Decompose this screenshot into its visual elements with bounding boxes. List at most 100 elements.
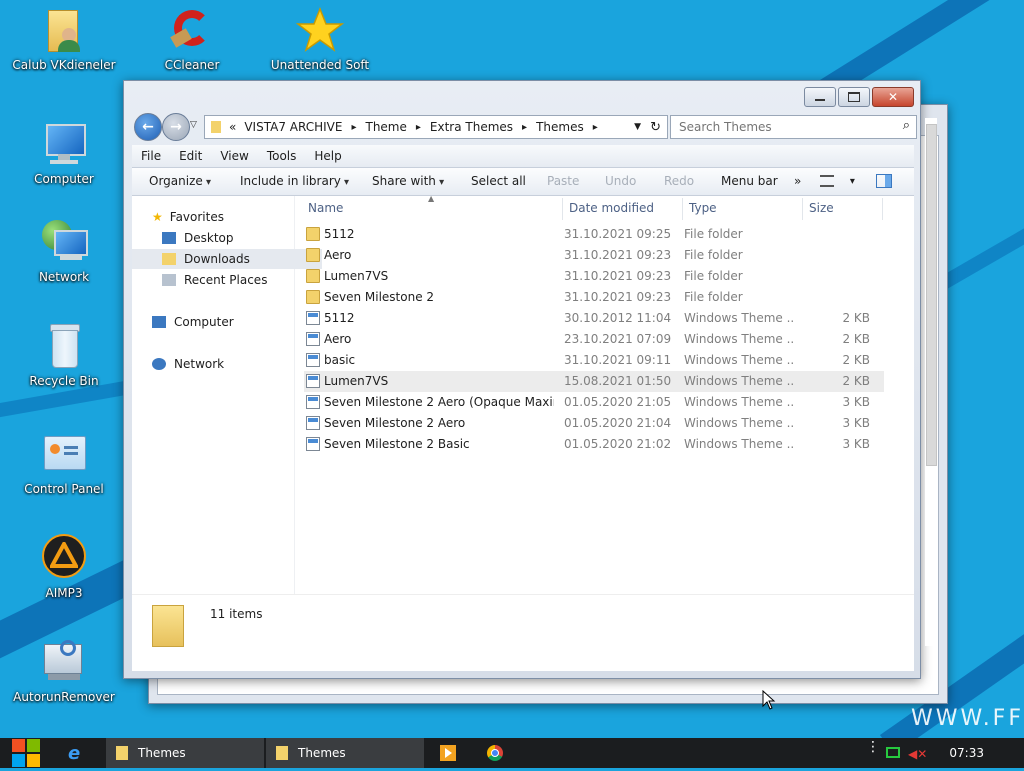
chrome-button[interactable] xyxy=(487,745,503,761)
menu-edit[interactable]: Edit xyxy=(170,149,211,163)
folder-row[interactable]: Seven Milestone 2 31.10.2021 09:23 File fo… xyxy=(304,287,884,308)
column-divider[interactable] xyxy=(562,198,563,220)
search-icon[interactable]: ⌕ xyxy=(903,118,910,133)
nav-recent-places[interactable]: Recent Places xyxy=(132,270,322,290)
menu-help[interactable]: Help xyxy=(305,149,350,163)
redo-button[interactable]: Redo xyxy=(664,174,694,188)
desktop-icon-label: CCleaner xyxy=(164,58,220,72)
view-options-button[interactable]: ▾ xyxy=(820,173,855,187)
file-row[interactable]: basic 31.10.2021 09:11 Windows Theme ... 2 … xyxy=(304,350,884,371)
chevron-down-icon: ▾ xyxy=(849,176,855,187)
file-type: Windows Theme ... xyxy=(684,332,794,346)
item-count: 11 items xyxy=(210,607,263,621)
organize-button[interactable]: Organize xyxy=(149,174,211,188)
menu-bar-button[interactable]: Menu bar xyxy=(721,174,778,188)
back-button[interactable]: ← xyxy=(134,113,162,141)
file-row[interactable]: Seven Milestone 2 Basic 01.05.2020 21:02 W… xyxy=(304,434,884,455)
volume-muted-icon[interactable]: ◀✕ xyxy=(908,747,927,761)
breadcrumb-item[interactable]: Themes xyxy=(536,120,584,134)
breadcrumb-item[interactable]: VISTA7 ARCHIVE xyxy=(244,120,342,134)
scrollbar[interactable] xyxy=(925,118,937,646)
maximize-button[interactable] xyxy=(838,87,870,107)
column-divider[interactable] xyxy=(802,198,803,220)
nav-label: Downloads xyxy=(184,252,250,266)
theme-file-icon xyxy=(306,353,320,367)
close-button[interactable]: ✕ xyxy=(872,87,914,107)
breadcrumb-separator-icon[interactable]: ▸ xyxy=(351,122,356,133)
undo-button[interactable]: Undo xyxy=(605,174,636,188)
refresh-icon[interactable]: ↻ xyxy=(650,120,661,135)
file-row[interactable]: Seven Milestone 2 Aero 01.05.2020 21:04 Wi… xyxy=(304,413,884,434)
nav-desktop[interactable]: Desktop xyxy=(132,228,322,248)
breadcrumb-separator-icon[interactable]: ▸ xyxy=(593,122,598,133)
start-button[interactable] xyxy=(10,738,44,768)
paste-button[interactable]: Paste xyxy=(547,174,579,188)
file-name: Lumen7VS xyxy=(324,374,389,388)
minimize-button[interactable] xyxy=(804,87,836,107)
desktop-icon-user-folder[interactable]: Calub VKdieneler xyxy=(9,6,119,72)
column-divider[interactable] xyxy=(682,198,683,220)
search-input[interactable] xyxy=(671,119,891,135)
more-commands-button[interactable]: » xyxy=(794,174,801,188)
menu-file[interactable]: File xyxy=(132,149,170,163)
breadcrumb-overflow[interactable]: « xyxy=(229,120,236,134)
desktop-icon-aimp3[interactable]: AIMP3 xyxy=(9,534,119,600)
column-divider[interactable] xyxy=(882,198,883,220)
desktop-icon-autorun-remover[interactable]: AutorunRemover xyxy=(9,638,119,704)
file-date: 15.08.2021 01:50 xyxy=(564,374,672,388)
network-tray-icon[interactable] xyxy=(886,747,900,758)
desktop-icon-computer[interactable]: Computer xyxy=(9,120,119,186)
breadcrumb-item[interactable]: Theme xyxy=(365,120,406,134)
taskbar-item-themes[interactable]: Themes xyxy=(106,738,264,768)
menu-tools[interactable]: Tools xyxy=(258,149,306,163)
nav-favorites[interactable]: ★ Favorites xyxy=(132,207,312,227)
desktop-icon-network[interactable]: Network xyxy=(9,218,119,284)
nav-label: Favorites xyxy=(169,210,224,224)
folder-row[interactable]: Aero 31.10.2021 09:23 File folder xyxy=(304,245,884,266)
menu-view[interactable]: View xyxy=(211,149,257,163)
desktop-icon-unattended-soft[interactable]: Unattended Soft xyxy=(265,6,375,72)
column-header-date[interactable]: Date modified xyxy=(569,201,654,215)
file-row[interactable]: Seven Milestone 2 Aero (Opaque Maximi...… xyxy=(304,392,884,413)
preview-pane-icon xyxy=(876,174,892,188)
desktop-icon-control-panel[interactable]: Control Panel xyxy=(9,430,119,496)
column-header-name[interactable]: Name xyxy=(308,201,343,215)
explorer-window[interactable]: ✕ ← → ▽ « VISTA7 ARCHIVE ▸ Theme ▸ Extra… xyxy=(123,80,921,679)
internet-explorer-icon: e xyxy=(68,743,81,764)
share-with-button[interactable]: Share with xyxy=(372,174,444,188)
taskbar-clock[interactable]: 07:33 xyxy=(949,746,984,760)
taskbar-item-themes[interactable]: Themes xyxy=(266,738,424,768)
file-row[interactable]: Lumen7VS 15.08.2021 01:50 Windows Theme ..… xyxy=(304,371,884,392)
column-header-size[interactable]: Size xyxy=(809,201,834,215)
search-box[interactable]: ⌕ xyxy=(670,115,917,139)
taskbar-item-label: Themes xyxy=(138,746,186,760)
address-bar[interactable]: « VISTA7 ARCHIVE ▸ Theme ▸ Extra Themes … xyxy=(204,115,668,139)
folder-row[interactable]: Lumen7VS 31.10.2021 09:23 File folder xyxy=(304,266,884,287)
select-all-button[interactable]: Select all xyxy=(471,174,526,188)
computer-icon xyxy=(152,316,166,328)
file-type: Windows Theme ... xyxy=(684,311,794,325)
address-dropdown-icon[interactable]: ▼ xyxy=(634,122,641,132)
include-in-library-button[interactable]: Include in library xyxy=(240,174,349,188)
column-header-type[interactable]: Type xyxy=(689,201,717,215)
desktop-icon-recycle-bin[interactable]: Recycle Bin xyxy=(9,322,119,388)
file-row[interactable]: Aero 23.10.2021 07:09 Windows Theme ... 2 K… xyxy=(304,329,884,350)
folder-icon xyxy=(306,290,320,304)
recent-pages-button[interactable]: ▽ xyxy=(190,120,197,130)
folder-row[interactable]: 5112 31.10.2021 09:25 File folder xyxy=(304,224,884,245)
breadcrumb-separator-icon[interactable]: ▸ xyxy=(416,122,421,133)
preview-pane-button[interactable] xyxy=(876,174,892,191)
breadcrumb-separator-icon[interactable]: ▸ xyxy=(522,122,527,133)
nav-computer[interactable]: Computer xyxy=(132,312,312,332)
internet-explorer-button[interactable]: e xyxy=(68,743,92,764)
file-row[interactable]: 5112 30.10.2012 11:04 Windows Theme ... 2 K… xyxy=(304,308,884,329)
media-player-button[interactable] xyxy=(440,745,456,761)
scrollbar-thumb[interactable] xyxy=(926,124,937,466)
breadcrumb-item[interactable]: Extra Themes xyxy=(430,120,513,134)
tray-overflow-icon[interactable]: ⋮ xyxy=(866,740,880,754)
desktop-icon-label: Network xyxy=(38,270,90,284)
nav-downloads[interactable]: Downloads xyxy=(132,249,322,269)
nav-network[interactable]: Network xyxy=(132,354,312,374)
forward-button[interactable]: → xyxy=(162,113,190,141)
desktop-icon-ccleaner[interactable]: CCleaner xyxy=(137,6,247,72)
